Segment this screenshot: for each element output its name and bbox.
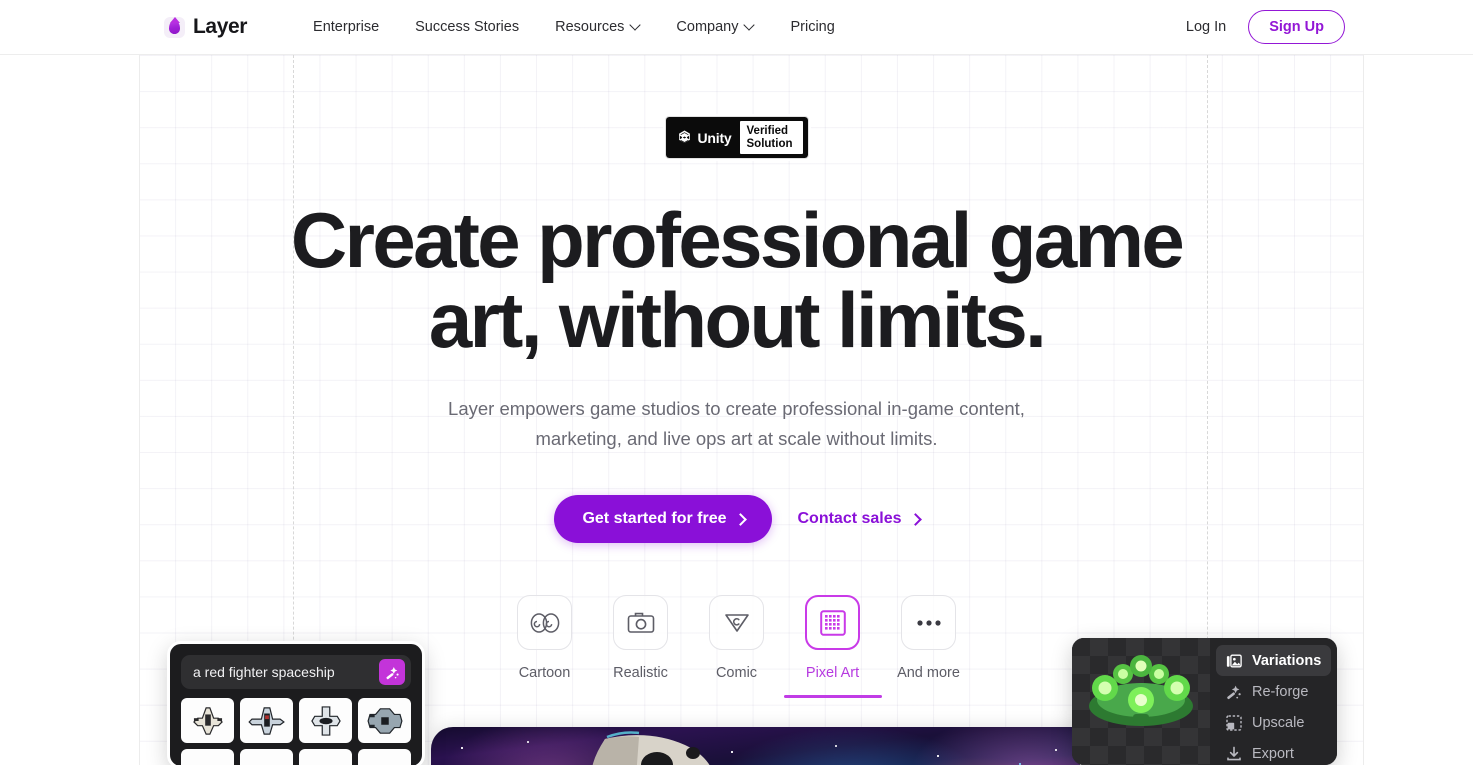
thumbnail-item[interactable]	[299, 749, 352, 765]
active-tab-underline	[783, 695, 882, 698]
headline-line-1: Create professional game	[290, 196, 1185, 284]
get-started-label: Get started for free	[582, 510, 727, 527]
subhead-line-1: Layer empowers game studios to create pr…	[448, 398, 954, 419]
menu-item-label: Upscale	[1252, 714, 1305, 731]
result-context-panel: Variations Re-forge Upscale Export	[1072, 638, 1337, 765]
chevron-right-icon	[736, 515, 744, 523]
spaceship-thumb-5-icon	[191, 759, 225, 765]
spaceship-thumb-4-icon	[366, 707, 403, 734]
nav-item-company[interactable]: Company	[658, 13, 772, 41]
generated-scene-image	[431, 727, 1180, 765]
menu-item-re-forge[interactable]: Re-forge	[1216, 676, 1331, 707]
nav-item-resources[interactable]: Resources	[537, 13, 658, 41]
contact-sales-link[interactable]: Contact sales	[798, 510, 919, 528]
nav-item-pricing[interactable]: Pricing	[772, 13, 852, 41]
spaceship-thumb-3-icon	[310, 705, 341, 736]
ellipsis-icon	[916, 619, 941, 626]
contact-sales-label: Contact sales	[797, 510, 902, 527]
thumbnail-item[interactable]	[299, 698, 352, 743]
thumbnail-grid-row-1	[181, 698, 411, 743]
nav-item-label: Resources	[555, 19, 625, 35]
landing-page: Layer Enterprise Success Stories Resourc…	[0, 0, 1473, 765]
comic-gem-icon	[724, 613, 749, 632]
context-menu: Variations Re-forge Upscale Export	[1210, 638, 1337, 765]
magic-wand-icon	[1225, 683, 1242, 700]
nav-item-label: Success Stories	[415, 19, 520, 35]
spaceship-thumb-7-icon	[309, 759, 343, 765]
hero-subheadline: Layer empowers game studios to create pr…	[447, 394, 1027, 454]
nav-item-label: Enterprise	[313, 19, 380, 35]
menu-item-label: Variations	[1252, 652, 1322, 669]
style-label: Realistic	[613, 665, 668, 681]
nav-item-label: Company	[676, 19, 739, 35]
thumbnail-item[interactable]	[358, 749, 411, 765]
space-scene-art	[431, 727, 1180, 765]
unity-verified-line2: Solution	[746, 137, 793, 150]
prompt-input[interactable]: a red fighter spaceship	[193, 664, 335, 680]
thumbnail-item[interactable]	[358, 698, 411, 743]
nav-links: Enterprise Success Stories Resources Com…	[295, 13, 853, 41]
chevron-right-icon	[911, 515, 919, 523]
unity-cube-icon	[678, 130, 690, 144]
prompt-input-bar[interactable]: a red fighter spaceship	[181, 655, 411, 689]
unity-verified-line1: Verified	[746, 125, 789, 137]
style-option-pixel-art[interactable]: Pixel Art	[783, 595, 882, 698]
upscale-icon	[1225, 714, 1242, 731]
thumbnail-item[interactable]	[240, 698, 293, 743]
nav-item-success-stories[interactable]: Success Stories	[397, 13, 537, 41]
download-icon	[1225, 745, 1242, 762]
nav-item-enterprise[interactable]: Enterprise	[295, 13, 397, 41]
camera-icon	[627, 612, 654, 633]
signup-button[interactable]: Sign Up	[1248, 10, 1345, 44]
thumbnail-item[interactable]	[181, 749, 234, 765]
style-label: Pixel Art	[805, 665, 860, 681]
spaceship-thumb-8-icon	[368, 759, 402, 765]
login-link[interactable]: Log In	[1186, 19, 1226, 35]
result-preview[interactable]	[1072, 638, 1210, 765]
chevron-down-icon	[631, 21, 640, 30]
thumbnail-item[interactable]	[181, 698, 234, 743]
hero-headline: Create professional game art, without li…	[291, 200, 1185, 360]
menu-item-label: Re-forge	[1252, 683, 1309, 700]
brand-name: Layer	[193, 15, 248, 38]
menu-item-upscale[interactable]: Upscale	[1216, 707, 1331, 738]
style-option-cartoon[interactable]: Cartoon	[513, 595, 577, 698]
top-navbar: Layer Enterprise Success Stories Resourc…	[0, 0, 1473, 55]
chevron-down-icon	[745, 21, 754, 30]
thumbnail-grid-row-2	[181, 749, 411, 765]
spaceship-thumb-1-icon	[192, 706, 223, 735]
style-label: And more	[897, 665, 960, 681]
image-stack-icon	[1225, 652, 1242, 669]
style-option-comic[interactable]: Comic	[705, 595, 769, 698]
unity-verified-badge: Unity Verified Solution	[664, 116, 809, 159]
magic-wand-icon	[385, 666, 399, 679]
nav-item-label: Pricing	[790, 19, 835, 35]
spaceship-thumb-6-icon	[250, 759, 284, 765]
brand-logo[interactable]: Layer	[164, 15, 247, 39]
prompt-generation-card: a red fighter spaceship	[167, 641, 425, 765]
hero-cta-row: Get started for free Contact sales	[554, 495, 918, 543]
unity-brand-label: Unity	[697, 129, 732, 146]
headline-line-2: art, without limits.	[428, 276, 1047, 364]
spaceship-thumb-2-icon	[247, 706, 285, 735]
thumbnail-item[interactable]	[240, 749, 293, 765]
generate-button[interactable]	[379, 659, 405, 685]
cartoon-eyes-icon	[530, 612, 559, 633]
style-option-realistic[interactable]: Realistic	[609, 595, 673, 698]
get-started-button[interactable]: Get started for free	[554, 495, 772, 543]
style-label: Cartoon	[518, 665, 571, 681]
style-label: Comic	[715, 665, 758, 681]
alien-ship-preview-art	[1089, 655, 1193, 726]
style-option-and-more[interactable]: And more	[897, 595, 961, 698]
menu-item-export[interactable]: Export	[1216, 738, 1331, 765]
menu-item-label: Export	[1252, 745, 1294, 762]
style-selector: Cartoon Realistic Comic Pixel Art And mo…	[513, 595, 961, 698]
droplet-logo-icon	[164, 16, 185, 38]
pixel-grid-icon	[819, 609, 846, 636]
nav-actions: Log In Sign Up	[1186, 10, 1345, 44]
menu-item-variations[interactable]: Variations	[1216, 645, 1331, 676]
